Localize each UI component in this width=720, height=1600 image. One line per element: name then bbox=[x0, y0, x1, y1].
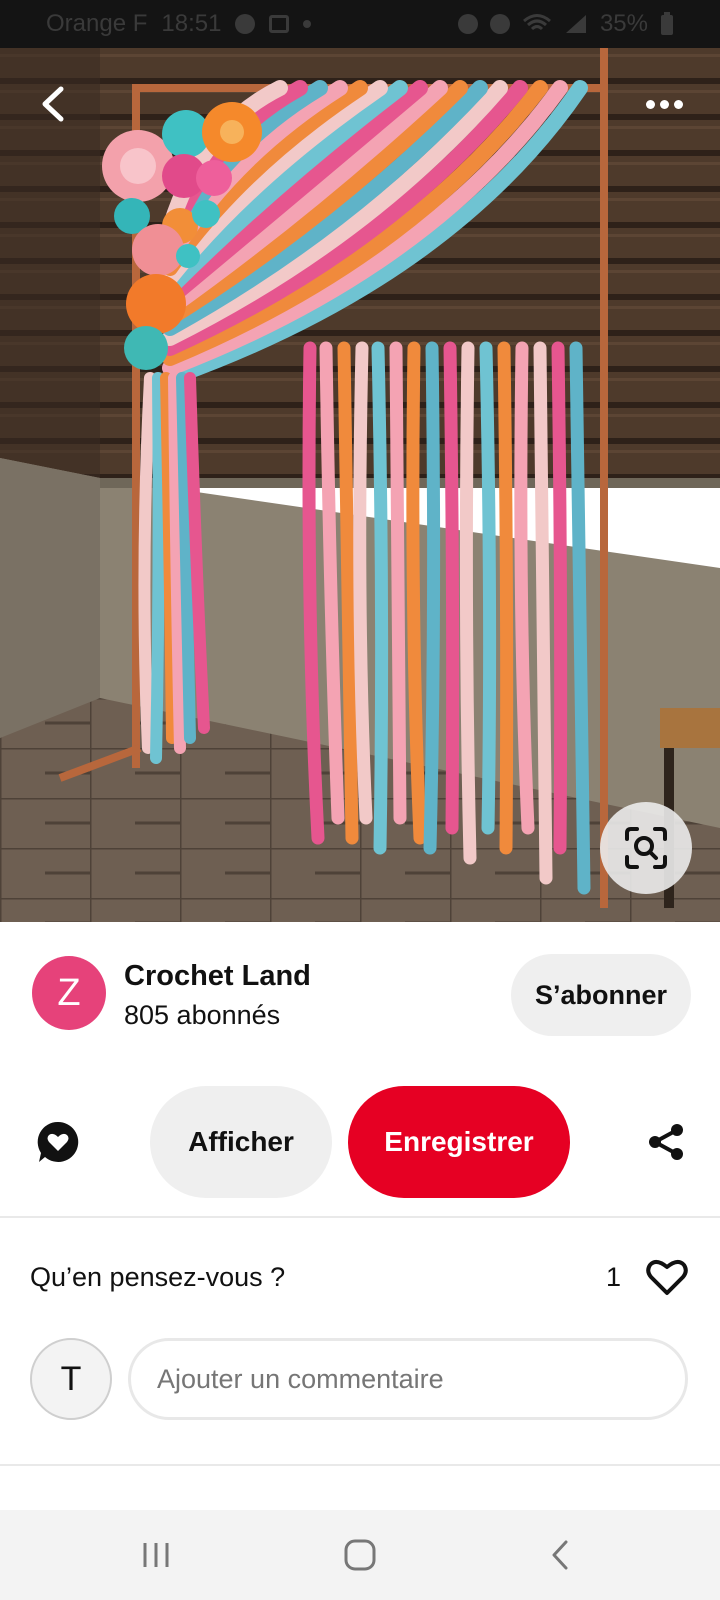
system-nav-bar bbox=[0, 1510, 720, 1600]
notification-dot-icon bbox=[303, 20, 312, 28]
creator-row: Z Crochet Land 805 abonnés S’abonner bbox=[0, 922, 720, 1062]
messenger-icon bbox=[235, 14, 256, 34]
status-left: Orange F 18:51 bbox=[46, 10, 312, 38]
home-button[interactable] bbox=[320, 1530, 400, 1580]
mute-icon bbox=[489, 14, 510, 34]
comment-button[interactable] bbox=[28, 1112, 88, 1172]
heart-outline-icon bbox=[646, 1260, 688, 1295]
visit-button[interactable]: Afficher bbox=[150, 1086, 332, 1198]
more-dots-icon bbox=[659, 99, 669, 109]
save-button[interactable]: Enregistrer bbox=[348, 1086, 570, 1198]
status-bar: Orange F 18:51 35% bbox=[0, 0, 720, 48]
back-button[interactable] bbox=[28, 78, 80, 130]
more-dots-icon bbox=[645, 99, 655, 109]
system-back-button[interactable] bbox=[520, 1530, 600, 1580]
gallery-icon bbox=[269, 15, 290, 33]
battery-icon bbox=[661, 12, 673, 35]
wifi-icon bbox=[522, 14, 551, 31]
action-row: Afficher Enregistrer bbox=[0, 1082, 720, 1202]
chevron-left-icon bbox=[42, 86, 64, 122]
follower-count: 805 abonnés bbox=[124, 1000, 281, 1030]
like-count: 1 bbox=[606, 1262, 622, 1292]
clock: 18:51 bbox=[161, 10, 222, 37]
creator-name[interactable]: Crochet Land bbox=[124, 960, 311, 993]
creator-avatar[interactable]: Z bbox=[32, 956, 106, 1030]
comments-title: Qu’en pensez-vous ? bbox=[30, 1262, 286, 1292]
like-button[interactable] bbox=[642, 1252, 692, 1302]
home-icon bbox=[344, 1539, 376, 1571]
signal-icon bbox=[565, 15, 586, 33]
visual-search-icon bbox=[625, 827, 667, 869]
visual-search-button[interactable] bbox=[600, 802, 692, 894]
back-icon bbox=[552, 1540, 568, 1570]
status-right: 35% bbox=[457, 10, 674, 38]
user-avatar[interactable]: T bbox=[30, 1338, 112, 1420]
more-dots-icon bbox=[673, 99, 683, 109]
divider bbox=[0, 1464, 720, 1466]
alarm-icon bbox=[457, 14, 478, 34]
comment-input[interactable] bbox=[128, 1338, 688, 1420]
follow-button[interactable]: S’abonner bbox=[511, 954, 691, 1036]
comment-heart-icon bbox=[37, 1121, 79, 1162]
recent-apps-icon bbox=[143, 1543, 169, 1567]
pin-image[interactable] bbox=[0, 48, 720, 922]
more-options-button[interactable] bbox=[634, 84, 694, 124]
streamer-backdrop-photo bbox=[0, 48, 720, 922]
carrier-label: Orange F bbox=[46, 10, 148, 37]
divider bbox=[0, 1216, 720, 1218]
share-icon bbox=[649, 1124, 683, 1160]
share-button[interactable] bbox=[636, 1112, 696, 1172]
battery-percent: 35% bbox=[599, 10, 648, 37]
recent-apps-button[interactable] bbox=[116, 1530, 196, 1580]
